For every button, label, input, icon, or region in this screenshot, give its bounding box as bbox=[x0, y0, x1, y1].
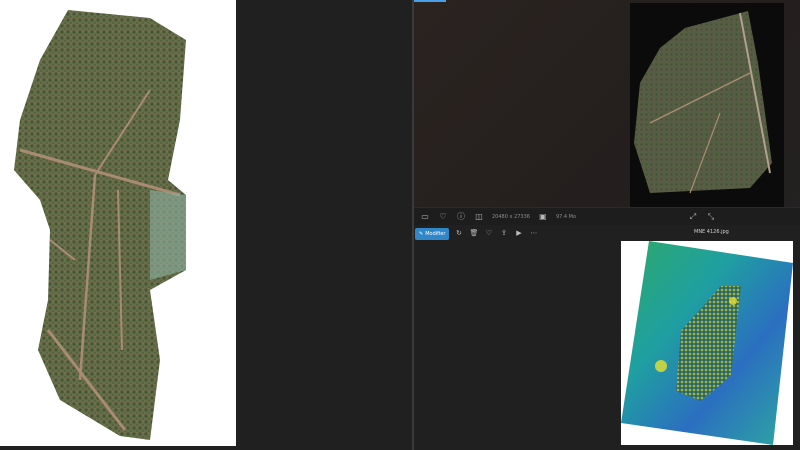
bottom-viewer-toolbar: ✎ Modifier ↻ 🗑 ♡ ⇪ ▶ ⋯ bbox=[414, 226, 800, 241]
viewer-controls: ⤢ ⤡ bbox=[688, 212, 716, 222]
file-name: MNE 4126.jpg bbox=[694, 229, 729, 235]
slideshow-icon[interactable]: ▶ bbox=[513, 228, 524, 239]
disk-icon: ▣ bbox=[539, 211, 547, 221]
image-dimensions: 20480 x 27336 bbox=[492, 213, 530, 220]
share-icon[interactable]: ⇪ bbox=[498, 228, 509, 239]
image-size-icon: ◫ bbox=[475, 211, 483, 221]
orthomosaic-image[interactable] bbox=[0, 0, 236, 446]
edit-button-label: Modifier bbox=[425, 230, 446, 237]
info-icon[interactable]: ⓘ bbox=[456, 212, 466, 222]
file-size: 97.4 Mo bbox=[555, 213, 577, 220]
heart-icon[interactable]: ♡ bbox=[438, 212, 448, 222]
more-icon[interactable]: ⋯ bbox=[528, 228, 539, 239]
rotate-icon[interactable]: ↻ bbox=[453, 228, 464, 239]
delete-icon[interactable]: 🗑 bbox=[468, 228, 479, 239]
top-preview-image[interactable] bbox=[630, 3, 784, 208]
edit-icon: ✎ bbox=[419, 230, 424, 237]
heart-icon[interactable]: ♡ bbox=[483, 228, 494, 239]
active-tab-indicator bbox=[414, 0, 446, 2]
monitor-icon[interactable]: ▭ bbox=[420, 212, 430, 222]
left-viewer-pane bbox=[0, 0, 412, 450]
edit-button[interactable]: ✎ Modifier bbox=[415, 227, 450, 240]
bottom-preview-image[interactable] bbox=[621, 241, 793, 445]
fit-screen-icon[interactable]: ⤢ bbox=[688, 212, 698, 222]
elevation-map-graphic bbox=[621, 241, 793, 445]
top-viewer-statusbar: ▭ ♡ ⓘ ◫ 20480 x 27336 ▣ 97.4 Mo ⤢ ⤡ bbox=[414, 207, 800, 225]
desktop-root: ▭ ♡ ⓘ ◫ 20480 x 27336 ▣ 97.4 Mo ⤢ ⤡ ✎ Mo… bbox=[0, 0, 800, 450]
orthomosaic-graphic bbox=[14, 10, 186, 440]
top-preview-graphic bbox=[634, 11, 772, 194]
fullscreen-icon[interactable]: ⤡ bbox=[706, 212, 716, 222]
